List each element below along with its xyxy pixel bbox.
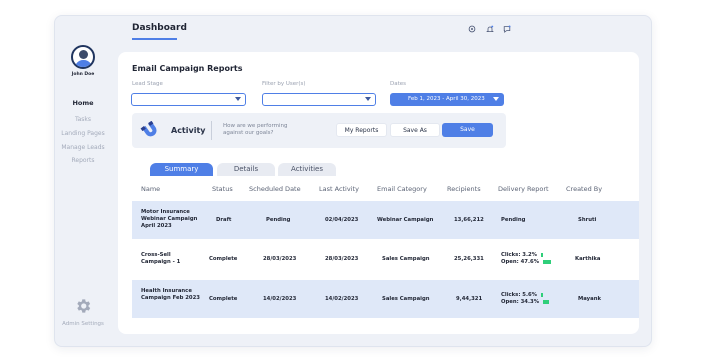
last-activity: 28/03/2023 [325, 256, 359, 262]
settings-icon[interactable] [468, 25, 476, 33]
campaign-status: Complete [209, 256, 238, 262]
sidebar-item-landing-pages[interactable]: Landing Pages [55, 130, 111, 137]
report-card: Email Campaign Reports Lead Stage Filter… [118, 52, 639, 334]
lead-stage-select[interactable] [131, 93, 246, 106]
chevron-down-icon [493, 97, 499, 101]
delivery-report: Pending [501, 217, 526, 223]
chevron-down-icon [235, 97, 241, 101]
email-category: Webinar Campaign [377, 217, 434, 223]
recipients: 9,44,321 [456, 296, 483, 302]
sidebar-item-manage-leads[interactable]: Manage Leads [55, 144, 111, 151]
scheduled-date: 28/03/2023 [263, 256, 297, 262]
scheduled-date: Pending [266, 217, 291, 223]
user-filter-select[interactable] [262, 93, 376, 106]
user-name: John Doe [71, 72, 95, 77]
delivery-clicks: Clicks: 5.6% [501, 292, 537, 298]
magnet-icon [140, 121, 157, 137]
clicks-bar [540, 292, 543, 297]
column-header-last-activity: Last Activity [319, 185, 359, 193]
activity-label: Activity [171, 126, 206, 135]
email-category: Sales Campaign [382, 256, 430, 262]
recipients: 13,66,212 [454, 217, 484, 223]
opens-bar [542, 259, 552, 264]
table-row[interactable]: Motor Insurance Webinar Campaign April 2… [132, 201, 639, 239]
last-activity: 02/04/2023 [325, 217, 359, 223]
last-activity: 14/02/2023 [325, 296, 359, 302]
admin-settings-link[interactable]: Admin Settings [55, 321, 111, 327]
delivery-opens: Open: 47.6% [501, 259, 539, 265]
column-header-delivery-report: Delivery Report [498, 185, 549, 193]
avatar[interactable] [71, 45, 95, 69]
page-title: Dashboard [132, 23, 187, 33]
save-as-button[interactable]: Save As [390, 123, 440, 137]
sidebar-item-reports[interactable]: Reports [55, 157, 111, 164]
column-header-recipients: Recipients [447, 185, 481, 193]
my-reports-button[interactable]: My Reports [336, 123, 387, 137]
sidebar-item-home[interactable]: Home [55, 99, 111, 107]
delivery-opens: Open: 34.3% [501, 299, 539, 305]
delivery-clicks-row: Clicks: 5.6% [501, 292, 543, 299]
dates-label: Dates [390, 81, 407, 87]
bell-icon[interactable] [486, 25, 494, 33]
column-header-created-by: Created By [566, 185, 603, 193]
table-row[interactable]: Cross-Sell Campaign - 1 Complete 28/03/2… [132, 240, 639, 278]
gear-icon[interactable] [74, 297, 92, 315]
date-range-value: Feb 1, 2023 - April 30, 2023 [408, 96, 485, 102]
tab-details[interactable]: Details [217, 163, 275, 176]
created-by: Mayank [578, 296, 602, 302]
column-header-name: Name [141, 185, 161, 193]
sidebar-item-tasks[interactable]: Tasks [55, 116, 111, 123]
table-row[interactable]: Health Insurance Campaign Feb 2023 Compl… [132, 280, 639, 318]
delivery-opens-row: Open: 34.3% [501, 299, 550, 306]
goals-question: How are we performing against our goals? [223, 123, 288, 136]
lead-stage-label: Lead Stage [132, 81, 163, 87]
campaign-name: Cross-Sell Campaign - 1 [141, 252, 181, 265]
chat-icon[interactable] [503, 25, 511, 33]
tab-summary[interactable]: Summary [150, 163, 213, 176]
report-title: Email Campaign Reports [132, 64, 243, 73]
title-underline [132, 38, 177, 40]
avatar-body [75, 60, 92, 67]
app-window: John Doe Home Tasks Landing Pages Manage… [54, 15, 652, 347]
save-button[interactable]: Save [442, 123, 493, 137]
chevron-down-icon [365, 97, 371, 101]
scheduled-date: 14/02/2023 [263, 296, 297, 302]
avatar-head [79, 50, 88, 59]
delivery-opens-row: Open: 47.6% [501, 259, 552, 266]
user-filter-label: Filter by User(s) [262, 81, 306, 87]
divider [211, 121, 212, 140]
column-header-email-category: Email Category [377, 185, 427, 193]
campaign-status: Complete [209, 296, 238, 302]
campaign-status: Draft [216, 217, 232, 223]
created-by: Karthika [575, 256, 601, 262]
clicks-bar [540, 252, 543, 257]
opens-bar [542, 299, 550, 304]
email-category: Sales Campaign [382, 296, 430, 302]
sidebar: John Doe Home Tasks Landing Pages Manage… [55, 16, 111, 346]
delivery-clicks: Clicks: 3.2% [501, 252, 537, 258]
campaign-name: Motor Insurance Webinar Campaign April 2… [141, 209, 198, 229]
column-header-scheduled-date: Scheduled Date [249, 185, 301, 193]
activity-bar: Activity How are we performing against o… [132, 113, 506, 148]
campaign-name: Health Insurance Campaign Feb 2023 [141, 288, 200, 301]
recipients: 25,26,331 [454, 256, 484, 262]
date-range-select[interactable]: Feb 1, 2023 - April 30, 2023 [390, 93, 504, 106]
column-header-status: Status [212, 185, 233, 193]
created-by: Shruti [578, 217, 597, 223]
tab-activities[interactable]: Activities [278, 163, 336, 176]
delivery-clicks-row: Clicks: 3.2% [501, 252, 543, 259]
